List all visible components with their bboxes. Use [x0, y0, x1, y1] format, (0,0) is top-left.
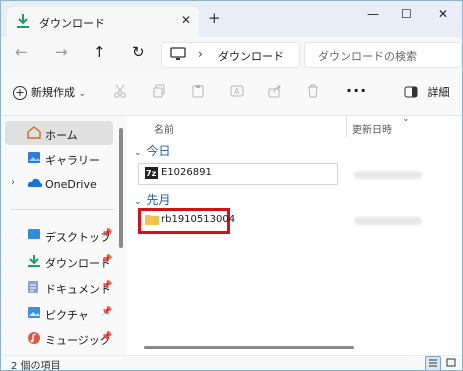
- pin-icon: 📌: [101, 307, 113, 317]
- sidebar-item-home[interactable]: ホーム: [5, 121, 113, 145]
- details-label: 詳細: [427, 86, 450, 99]
- pin-icon: 📌: [101, 255, 113, 265]
- details-view-icon[interactable]: [425, 356, 441, 370]
- desktop-icon: [27, 228, 41, 243]
- group-label: 先月: [146, 193, 171, 207]
- cloud-icon: [27, 177, 43, 191]
- details-pane-icon: [404, 86, 418, 101]
- divider: [11, 209, 115, 210]
- cut-icon[interactable]: [113, 84, 127, 101]
- svg-text:A: A: [234, 87, 240, 96]
- column-header-name[interactable]: 名前: [154, 121, 174, 136]
- gallery-icon: [27, 151, 41, 167]
- pin-icon: 📌: [101, 229, 113, 239]
- refresh-button[interactable]: ↻: [132, 43, 145, 61]
- new-button[interactable]: + 新規作成 ⌄: [13, 84, 86, 100]
- date-modified: [354, 217, 422, 225]
- music-icon: [27, 331, 41, 348]
- pin-icon: 📌: [101, 332, 113, 342]
- sidebar-item-music[interactable]: ミュージック 📌: [5, 326, 113, 350]
- download-icon: [16, 13, 30, 32]
- column-separator[interactable]: [346, 116, 347, 138]
- sidebar-item-documents[interactable]: ドキュメント 📌: [5, 275, 113, 299]
- title-bar: ダウンロード ✕ + — ☐ ✕: [1, 1, 462, 37]
- tab-title: ダウンロード: [39, 17, 105, 30]
- close-tab-icon[interactable]: ✕: [181, 13, 191, 27]
- minimize-button[interactable]: —: [367, 7, 379, 21]
- search-input[interactable]: ダウンロードの検索: [304, 42, 462, 68]
- rename-icon[interactable]: A: [230, 84, 246, 101]
- list-item[interactable]: 7z E1026891: [138, 163, 338, 185]
- maximize-button[interactable]: ☐: [401, 7, 412, 21]
- group-header-today[interactable]: ⌄ 今日: [134, 142, 171, 159]
- sidebar-scrollbar[interactable]: [119, 128, 123, 248]
- new-tab-button[interactable]: +: [208, 9, 221, 27]
- 7z-archive-icon: 7z: [145, 167, 158, 182]
- address-row: ← → ↑ ↻ › ダウンロード ダウンロードの検索: [1, 37, 462, 71]
- sidebar-item-pictures[interactable]: ピクチャ 📌: [5, 301, 113, 325]
- home-icon: [27, 126, 41, 142]
- copy-icon[interactable]: [152, 84, 166, 101]
- sidebar-item-onedrive[interactable]: › OneDrive: [5, 172, 113, 196]
- horizontal-scrollbar[interactable]: [144, 346, 354, 349]
- list-item[interactable]: rb1910513004: [138, 208, 235, 234]
- sidebar-item-label: OneDrive: [45, 178, 97, 191]
- item-count: 2 個の項目: [11, 361, 61, 371]
- back-button[interactable]: ←: [15, 43, 28, 61]
- address-bar[interactable]: › ダウンロード: [161, 42, 300, 68]
- svg-text:7z: 7z: [146, 169, 157, 178]
- group-header-last-month[interactable]: ⌄ 先月: [134, 191, 171, 208]
- up-button[interactable]: ↑: [93, 43, 106, 61]
- group-label: 今日: [146, 144, 171, 158]
- file-explorer-window: ダウンロード ✕ + — ☐ ✕ ← → ↑ ↻ › ダウンロード ダウンロード…: [0, 0, 463, 371]
- sidebar-item-label: ギャラリー: [45, 154, 100, 167]
- chevron-down-icon: ⌄: [134, 148, 142, 158]
- close-window-button[interactable]: ✕: [438, 7, 448, 21]
- share-icon[interactable]: [268, 84, 282, 101]
- folder-icon: [145, 214, 159, 228]
- search-placeholder: ダウンロードの検索: [318, 50, 417, 63]
- delete-icon[interactable]: [306, 84, 320, 101]
- chevron-down-icon: ⌄: [78, 89, 87, 99]
- file-list: 名前 更新日時 ⌄ ⌄ 今日 7z E1026891 ⌄ 先月 rb19105130…: [126, 114, 462, 355]
- paste-icon[interactable]: [191, 84, 205, 101]
- forward-button[interactable]: →: [55, 43, 68, 61]
- computer-icon: [170, 47, 186, 64]
- status-bar: 2 個の項目: [1, 355, 462, 371]
- download-icon: [27, 254, 41, 271]
- chevron-right-icon: ›: [198, 47, 203, 61]
- sidebar-item-label: ピクチャ: [45, 309, 89, 322]
- details-button[interactable]: 詳細: [404, 84, 450, 101]
- command-bar: + 新規作成 ⌄ A ··· 詳細: [1, 71, 462, 116]
- folder-name: rb1910513004: [161, 214, 236, 225]
- chevron-down-icon: ⌄: [134, 197, 142, 207]
- sidebar-item-desktop[interactable]: デスクトップ 📌: [5, 223, 113, 247]
- sort-chevron-icon: ⌄: [402, 114, 410, 124]
- sidebar-item-label: ホーム: [45, 129, 78, 142]
- column-header-date[interactable]: 更新日時: [352, 121, 392, 136]
- chevron-right-icon[interactable]: ›: [11, 177, 15, 188]
- tiles-view-icon[interactable]: [444, 356, 458, 369]
- sidebar-item-downloads[interactable]: ダウンロード 📌: [5, 249, 113, 273]
- navigation-pane: ホーム ギャラリー › OneDrive デスクトップ 📌 ダウンロード 📌 ド…: [1, 116, 125, 355]
- tab-downloads[interactable]: ダウンロード ✕: [7, 7, 199, 37]
- date-modified: [354, 171, 422, 179]
- plus-icon: +: [13, 86, 27, 100]
- breadcrumb[interactable]: ダウンロード: [218, 48, 284, 64]
- sidebar-item-gallery[interactable]: ギャラリー: [5, 146, 113, 170]
- document-icon: [27, 280, 39, 297]
- more-options-button[interactable]: ···: [346, 81, 367, 100]
- pin-icon: 📌: [101, 281, 113, 291]
- new-label: 新規作成: [31, 86, 75, 99]
- file-name: E1026891: [161, 167, 212, 178]
- picture-icon: [27, 306, 41, 322]
